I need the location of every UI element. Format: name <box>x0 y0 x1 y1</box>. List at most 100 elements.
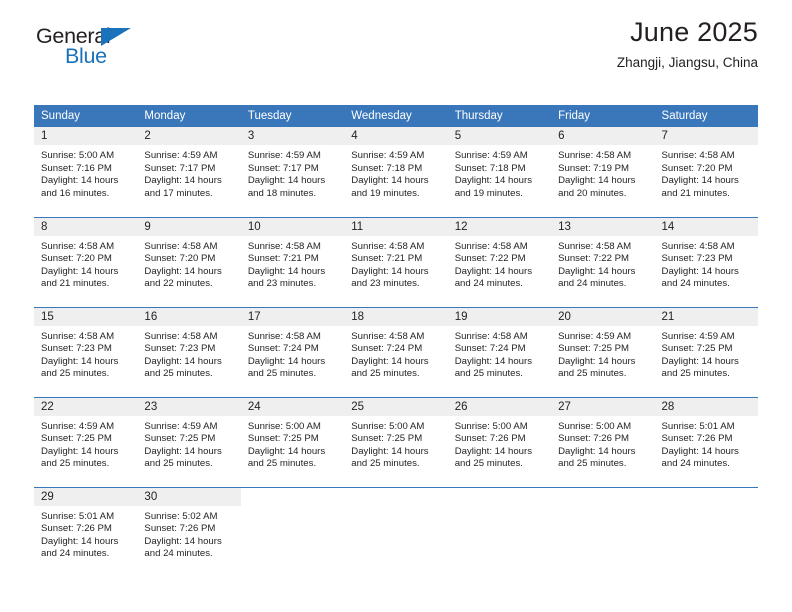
day-details: Sunrise: 4:58 AM Sunset: 7:20 PM Daylight:… <box>655 145 758 200</box>
day-number: 22 <box>34 397 138 416</box>
daylight-text-line1: Daylight: 14 hours <box>41 175 119 187</box>
daylight-text-line2: and 17 minutes. <box>144 187 213 199</box>
daylight-text-line1: Daylight: 14 hours <box>454 445 533 457</box>
calendar-day-cell[interactable]: 26 Sunrise: 5:00 AM Sunset: 7:26 PM Dayligh… <box>447 396 552 487</box>
sunset-text: Sunset: 7:25 PM <box>351 433 423 445</box>
day-details: Sunrise: 4:58 AM Sunset: 7:23 PM Daylight:… <box>137 326 240 381</box>
day-details: Sunrise: 4:58 AM Sunset: 7:24 PM Daylight:… <box>344 326 447 381</box>
day-number: 13 <box>551 217 655 236</box>
calendar-day-cell[interactable]: 30 Sunrise: 5:02 AM Sunset: 7:26 PM Dayligh… <box>137 486 241 577</box>
page-header: General Blue June 2025 Zhangji, Jiangsu,… <box>34 0 758 78</box>
daylight-text-line2: and 24 minutes. <box>558 278 627 290</box>
calendar-day-cell[interactable]: 7 Sunrise: 4:58 AM Sunset: 7:20 PM Daylight… <box>654 127 758 217</box>
day-number <box>654 487 758 506</box>
calendar-day-cell[interactable]: 11 Sunrise: 4:58 AM Sunset: 7:21 PM Dayligh… <box>344 216 448 307</box>
sunrise-text: Sunrise: 4:59 AM <box>351 150 425 161</box>
calendar-week-row: 22 Sunrise: 4:59 AM Sunset: 7:25 PM Dayligh… <box>34 396 758 487</box>
sunrise-text: Sunrise: 4:59 AM <box>558 330 632 342</box>
daylight-text-line1: Daylight: 14 hours <box>144 445 222 457</box>
calendar-day-cell[interactable]: 23 Sunrise: 4:59 AM Sunset: 7:25 PM Dayligh… <box>137 396 241 487</box>
general-blue-logo: General Blue <box>34 25 174 77</box>
title-block: June 2025 Zhangji, Jiangsu, China <box>617 16 758 73</box>
calendar-day-cell[interactable]: 20 Sunrise: 4:59 AM Sunset: 7:25 PM Dayligh… <box>551 306 655 397</box>
calendar-cell-empty <box>654 486 758 577</box>
calendar-day-cell[interactable]: 18 Sunrise: 4:58 AM Sunset: 7:24 PM Dayligh… <box>344 306 448 397</box>
daylight-text-line2: and 24 minutes. <box>454 278 523 290</box>
daylight-text-line2: and 25 minutes. <box>351 458 420 470</box>
calendar-day-cell[interactable]: 14 Sunrise: 4:58 AM Sunset: 7:23 PM Dayligh… <box>654 216 758 307</box>
sunrise-text: Sunrise: 5:01 AM <box>661 420 735 432</box>
calendar-grid: Sunday Monday Tuesday Wednesday Thursday… <box>34 105 758 577</box>
sunset-text: Sunset: 7:26 PM <box>41 523 112 535</box>
sunrise-text: Sunrise: 4:59 AM <box>41 420 115 432</box>
calendar-day-cell[interactable]: 25 Sunrise: 5:00 AM Sunset: 7:25 PM Dayligh… <box>344 396 448 487</box>
daylight-text-line2: and 25 minutes. <box>661 368 730 380</box>
day-details: Sunrise: 4:58 AM Sunset: 7:24 PM Daylight:… <box>448 326 551 381</box>
day-number: 14 <box>654 217 758 236</box>
calendar-day-cell[interactable]: 15 Sunrise: 4:58 AM Sunset: 7:23 PM Dayligh… <box>34 306 138 397</box>
calendar-week-row: 8 Sunrise: 4:58 AM Sunset: 7:20 PM Daylight… <box>34 216 758 307</box>
calendar-day-cell[interactable]: 29 Sunrise: 5:01 AM Sunset: 7:26 PM Dayligh… <box>34 486 138 577</box>
calendar-day-cell[interactable]: 28 Sunrise: 5:01 AM Sunset: 7:26 PM Dayligh… <box>654 396 758 487</box>
daylight-text-line1: Daylight: 14 hours <box>558 265 636 277</box>
calendar-day-cell[interactable]: 10 Sunrise: 4:58 AM Sunset: 7:21 PM Dayligh… <box>240 216 345 307</box>
calendar-day-cell[interactable]: 2 Sunrise: 4:59 AM Sunset: 7:17 PM Daylight… <box>137 127 241 217</box>
sunset-text: Sunset: 7:26 PM <box>454 433 526 445</box>
sunrise-text: Sunrise: 4:58 AM <box>454 240 528 252</box>
day-number: 25 <box>344 397 448 416</box>
calendar-day-cell[interactable]: 3 Sunrise: 4:59 AM Sunset: 7:17 PM Daylight… <box>240 127 345 217</box>
calendar-day-cell[interactable]: 27 Sunrise: 5:00 AM Sunset: 7:26 PM Dayligh… <box>551 396 655 487</box>
weekday-header-saturday: Saturday <box>654 105 758 127</box>
daylight-text-line2: and 24 minutes. <box>144 548 213 560</box>
calendar-day-cell[interactable]: 5 Sunrise: 4:59 AM Sunset: 7:18 PM Daylight… <box>447 127 552 217</box>
calendar-day-cell[interactable]: 1 Sunrise: 5:00 AM Sunset: 7:16 PM Daylight… <box>34 127 138 217</box>
sunset-text: Sunset: 7:26 PM <box>558 433 630 445</box>
sunrise-text: Sunrise: 5:00 AM <box>41 150 115 161</box>
sunrise-text: Sunrise: 4:58 AM <box>454 330 528 342</box>
daylight-text-line1: Daylight: 14 hours <box>41 535 119 547</box>
daylight-text-line1: Daylight: 14 hours <box>454 175 533 187</box>
calendar-day-cell[interactable]: 17 Sunrise: 4:58 AM Sunset: 7:24 PM Dayligh… <box>240 306 345 397</box>
daylight-text-line2: and 25 minutes. <box>144 368 213 380</box>
calendar-cell-empty <box>551 486 655 577</box>
sunrise-text: Sunrise: 4:58 AM <box>144 330 218 342</box>
sunset-text: Sunset: 7:26 PM <box>661 433 733 445</box>
calendar-day-cell[interactable]: 24 Sunrise: 5:00 AM Sunset: 7:25 PM Dayligh… <box>240 396 345 487</box>
sunset-text: Sunset: 7:23 PM <box>41 343 112 355</box>
day-number: 16 <box>137 307 241 326</box>
calendar-day-cell[interactable]: 19 Sunrise: 4:58 AM Sunset: 7:24 PM Dayligh… <box>447 306 552 397</box>
calendar-day-cell[interactable]: 6 Sunrise: 4:58 AM Sunset: 7:19 PM Daylight… <box>551 127 655 217</box>
day-number: 11 <box>344 217 448 236</box>
weekday-header-thursday: Thursday <box>447 105 552 127</box>
calendar-day-cell[interactable]: 21 Sunrise: 4:59 AM Sunset: 7:25 PM Dayligh… <box>654 306 758 397</box>
sunrise-text: Sunrise: 4:59 AM <box>661 330 735 342</box>
day-details: Sunrise: 4:58 AM Sunset: 7:21 PM Daylight:… <box>241 236 344 291</box>
daylight-text-line2: and 24 minutes. <box>41 548 110 560</box>
daylight-text-line1: Daylight: 14 hours <box>144 355 222 367</box>
calendar-day-cell[interactable]: 9 Sunrise: 4:58 AM Sunset: 7:20 PM Daylight… <box>137 216 241 307</box>
day-number: 3 <box>240 127 345 145</box>
weekday-header-tuesday: Tuesday <box>240 105 345 127</box>
calendar-header-row: Sunday Monday Tuesday Wednesday Thursday… <box>34 105 758 127</box>
day-number: 18 <box>344 307 448 326</box>
daylight-text-line1: Daylight: 14 hours <box>41 355 119 367</box>
calendar-day-cell[interactable]: 16 Sunrise: 4:58 AM Sunset: 7:23 PM Dayligh… <box>137 306 241 397</box>
sunrise-text: Sunrise: 4:58 AM <box>351 330 425 342</box>
sunset-text: Sunset: 7:22 PM <box>558 253 630 265</box>
day-details: Sunrise: 4:58 AM Sunset: 7:22 PM Daylight:… <box>551 236 654 291</box>
sunset-text: Sunset: 7:22 PM <box>454 253 526 265</box>
daylight-text-line2: and 25 minutes. <box>351 368 420 380</box>
daylight-text-line1: Daylight: 14 hours <box>144 175 222 187</box>
daylight-text-line1: Daylight: 14 hours <box>454 265 533 277</box>
day-details: Sunrise: 5:00 AM Sunset: 7:26 PM Daylight:… <box>551 416 654 471</box>
calendar-day-cell[interactable]: 22 Sunrise: 4:59 AM Sunset: 7:25 PM Dayligh… <box>34 396 138 487</box>
day-details: Sunrise: 4:59 AM Sunset: 7:25 PM Daylight:… <box>655 326 758 381</box>
daylight-text-line2: and 25 minutes. <box>558 458 627 470</box>
day-number: 21 <box>654 307 758 326</box>
calendar-day-cell[interactable]: 4 Sunrise: 4:59 AM Sunset: 7:18 PM Daylight… <box>344 127 448 217</box>
calendar-day-cell[interactable]: 8 Sunrise: 4:58 AM Sunset: 7:20 PM Daylight… <box>34 216 138 307</box>
calendar-day-cell[interactable]: 13 Sunrise: 4:58 AM Sunset: 7:22 PM Dayligh… <box>551 216 655 307</box>
sunrise-text: Sunrise: 4:59 AM <box>144 420 218 432</box>
day-details: Sunrise: 4:59 AM Sunset: 7:25 PM Daylight:… <box>137 416 240 471</box>
calendar-day-cell[interactable]: 12 Sunrise: 4:58 AM Sunset: 7:22 PM Dayligh… <box>447 216 552 307</box>
